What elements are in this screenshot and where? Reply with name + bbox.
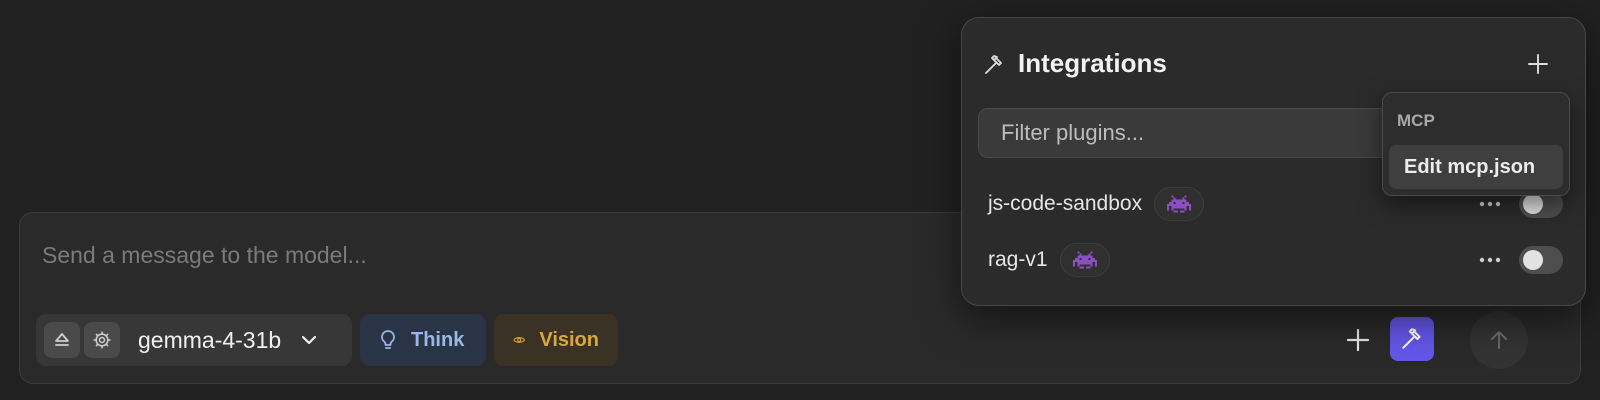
lightbulb-icon — [381, 330, 395, 349]
plugin-name: rag-v1 — [988, 248, 1048, 271]
chevron-down-icon — [302, 335, 317, 345]
edit-mcp-json-menu-item[interactable]: Edit mcp.json — [1389, 145, 1563, 189]
vision-label: Vision — [539, 328, 599, 351]
space-invader-icon — [1072, 251, 1097, 269]
model-name[interactable]: gemma-4-31b — [138, 327, 281, 354]
eject-model-button[interactable] — [44, 322, 80, 358]
eject-icon — [55, 333, 69, 346]
add-integration-button[interactable] — [1522, 48, 1554, 80]
menu-section-header: MCP — [1397, 111, 1435, 130]
arrow-up-icon — [1491, 331, 1507, 349]
integrations-button[interactable] — [1390, 317, 1434, 361]
plugin-more-button[interactable] — [1475, 245, 1505, 275]
space-invader-icon — [1167, 195, 1192, 213]
plugin-controls — [1475, 245, 1563, 275]
hammer-icon — [982, 53, 1006, 82]
plugin-type-badge — [1154, 187, 1205, 221]
plus-icon — [1528, 54, 1548, 74]
hammer-icon — [1402, 328, 1421, 349]
attach-button[interactable] — [1334, 316, 1382, 364]
plugin-name: js-code-sandbox — [988, 192, 1143, 215]
toggle-knob — [1523, 194, 1543, 214]
more-horizontal-icon — [1479, 257, 1501, 263]
mcp-dropdown-menu: MCP Edit mcp.json — [1382, 92, 1570, 196]
gear-icon — [93, 331, 111, 349]
model-settings-button[interactable] — [84, 322, 120, 358]
model-selector-group: gemma-4-31b — [36, 314, 352, 366]
more-horizontal-icon — [1479, 201, 1501, 207]
send-button[interactable] — [1470, 311, 1528, 369]
plugin-type-badge — [1059, 243, 1110, 277]
model-dropdown-button[interactable] — [299, 330, 319, 350]
plugin-enable-toggle[interactable] — [1519, 246, 1563, 274]
plus-icon — [1346, 328, 1370, 352]
eye-icon — [513, 337, 526, 343]
vision-toggle-button[interactable]: Vision — [494, 314, 618, 366]
popover-title: Integrations — [1018, 48, 1167, 78]
toggle-knob — [1523, 250, 1543, 270]
plugin-row: rag-v1 — [988, 240, 1563, 280]
app-canvas: gemma-4-31b Think Vision — [0, 0, 1600, 400]
think-toggle-button[interactable]: Think — [360, 314, 486, 366]
think-label: Think — [411, 328, 465, 351]
message-input[interactable] — [42, 237, 922, 273]
